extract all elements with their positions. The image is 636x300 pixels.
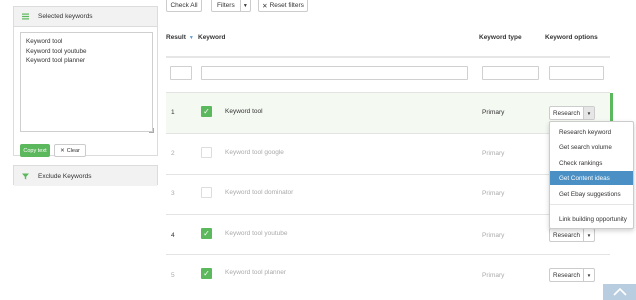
reset-filters-label: Reset filters bbox=[269, 2, 304, 9]
filters-button[interactable]: Filters ▼ bbox=[211, 0, 251, 12]
row-checkbox[interactable] bbox=[201, 187, 212, 198]
close-icon: ✕ bbox=[60, 147, 65, 154]
keyword-type-cell: Primary bbox=[482, 190, 505, 197]
research-options-menu: Research keyword Get search volume Check… bbox=[549, 121, 634, 229]
row-checkbox[interactable]: ✓ bbox=[201, 268, 212, 279]
keyword-cell: Keyword tool dominator bbox=[225, 189, 294, 196]
table-row: 5 ✓ Keyword tool planner Primary Researc… bbox=[166, 255, 610, 295]
keyword-type-cell: Primary bbox=[482, 150, 505, 157]
menu-item-check-rankings[interactable]: Check rankings bbox=[550, 156, 633, 170]
menu-item-link-building-opportunity[interactable]: Link building opportunity bbox=[550, 212, 633, 226]
table-row: 3 Keyword tool dominator Primary bbox=[166, 175, 610, 215]
row-number: 1 bbox=[171, 109, 175, 116]
table-row: 1 ✓ Keyword tool Primary Research ▼ bbox=[166, 93, 610, 133]
textarea-resize-handle[interactable] bbox=[149, 128, 154, 133]
row-number: 2 bbox=[171, 150, 175, 157]
exclude-keywords-header[interactable]: Exclude Keywords bbox=[14, 166, 157, 186]
research-dropdown-button[interactable]: Research ▼ bbox=[549, 228, 595, 242]
research-label[interactable]: Research bbox=[550, 107, 584, 119]
filters-label: Filters bbox=[217, 2, 235, 9]
menu-item-research-keyword[interactable]: Research keyword bbox=[550, 125, 633, 139]
keyword-options-filter-input[interactable] bbox=[549, 66, 604, 80]
research-label[interactable]: Research bbox=[550, 269, 584, 281]
sort-down-icon[interactable]: ▼ bbox=[189, 35, 194, 41]
keyword-type-cell: Primary bbox=[482, 232, 505, 239]
row-checkbox[interactable] bbox=[201, 147, 212, 158]
keyword-cell: Keyword tool bbox=[225, 108, 263, 115]
menu-item-get-search-volume[interactable]: Get search volume bbox=[550, 140, 633, 154]
scroll-to-top-button[interactable] bbox=[603, 284, 636, 300]
column-header-result[interactable]: Result ▼ bbox=[166, 34, 194, 41]
row-number: 3 bbox=[171, 190, 175, 197]
menu-item-get-content-ideas[interactable]: Get Content ideas bbox=[550, 171, 633, 185]
exclude-keywords-panel[interactable]: Exclude Keywords bbox=[13, 165, 158, 186]
row-checkbox[interactable]: ✓ bbox=[201, 106, 212, 117]
chevron-down-icon[interactable]: ▼ bbox=[584, 269, 594, 281]
chevron-down-icon[interactable]: ▼ bbox=[584, 107, 594, 119]
keyword-cell: Keyword tool youtube bbox=[225, 230, 288, 237]
keyword-cell: Keyword tool google bbox=[225, 149, 284, 156]
table-row: 4 ✓ Keyword tool youtube Primary Researc… bbox=[166, 215, 610, 255]
header-divider bbox=[166, 56, 610, 58]
menu-item-get-ebay-suggestions[interactable]: Get Ebay suggestions bbox=[550, 187, 633, 201]
chevron-up-icon bbox=[612, 287, 627, 298]
menu-divider bbox=[550, 204, 633, 205]
column-header-keyword[interactable]: Keyword bbox=[198, 34, 225, 41]
chevron-down-icon[interactable]: ▼ bbox=[584, 229, 594, 241]
column-header-keyword-type[interactable]: Keyword type bbox=[479, 34, 522, 41]
check-all-button[interactable]: Check All bbox=[166, 0, 202, 12]
row-number: 5 bbox=[171, 272, 175, 279]
column-header-keyword-options: Keyword options bbox=[545, 34, 598, 41]
selected-keywords-textarea[interactable]: Keyword tool Keyword tool youtube Keywor… bbox=[20, 32, 153, 132]
chevron-down-icon: ▼ bbox=[239, 0, 250, 11]
table-row: 2 Keyword tool google Primary bbox=[166, 134, 610, 174]
keyword-type-filter-input[interactable] bbox=[482, 66, 539, 80]
copy-text-button[interactable]: Copy text bbox=[20, 144, 50, 157]
selected-keywords-header: Selected keywords bbox=[14, 7, 157, 27]
research-dropdown-button[interactable]: Research ▼ bbox=[549, 268, 595, 282]
clear-button[interactable]: ✕ Clear bbox=[54, 144, 86, 157]
clear-label: Clear bbox=[66, 147, 80, 154]
close-icon: ✕ bbox=[262, 2, 268, 10]
selected-keywords-title: Selected keywords bbox=[38, 13, 93, 20]
reset-filters-button[interactable]: ✕ Reset filters bbox=[258, 0, 308, 12]
selected-keywords-panel: Selected keywords Keyword tool Keyword t… bbox=[13, 6, 158, 157]
research-dropdown-button[interactable]: Research ▼ bbox=[549, 106, 595, 120]
list-icon bbox=[22, 13, 29, 20]
keyword-cell: Keyword tool planner bbox=[225, 269, 287, 276]
result-header-label: Result bbox=[166, 34, 186, 41]
keyword-type-cell: Primary bbox=[482, 272, 505, 279]
result-filter-input[interactable] bbox=[170, 66, 192, 80]
exclude-keywords-title: Exclude Keywords bbox=[38, 172, 92, 180]
research-label[interactable]: Research bbox=[550, 229, 584, 241]
row-checkbox[interactable]: ✓ bbox=[201, 228, 212, 239]
keyword-filter-input[interactable] bbox=[201, 66, 468, 80]
row-number: 4 bbox=[171, 232, 175, 239]
keyword-type-cell: Primary bbox=[482, 109, 505, 116]
filter-icon bbox=[22, 173, 29, 180]
